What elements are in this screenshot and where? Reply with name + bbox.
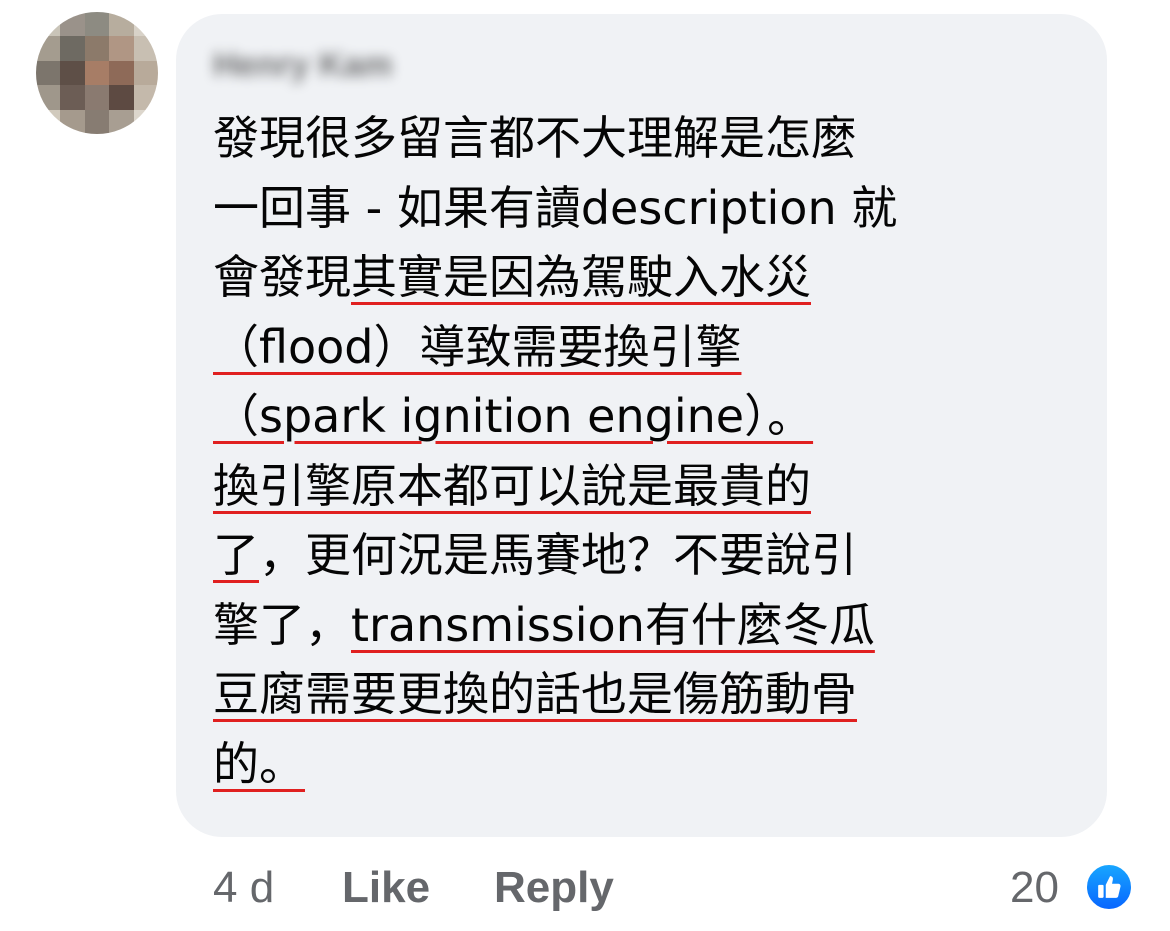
comment-text-segment: 發現很多留言都不大理解是怎麼 xyxy=(213,111,857,165)
thumbs-up-icon[interactable] xyxy=(1084,862,1134,912)
comment-line: 的。 xyxy=(213,730,1093,800)
underlined-text: 的。 xyxy=(213,736,305,791)
comment-author[interactable]: Henry Kam xyxy=(213,42,475,88)
underlined-text: 其實是因為駕駛入水災 xyxy=(351,250,811,304)
comment-line: 會發現其實是因為駕駛入水災 xyxy=(213,243,1093,313)
comment-line: 了，更何況是馬賽地？不要說引 xyxy=(213,521,1093,591)
underlined-text: 豆腐需要更換的話也是傷筋動骨 xyxy=(213,667,857,721)
underlined-text: 換引擎原本都可以說是最貴的 xyxy=(213,458,811,513)
author-name[interactable]: Henry Kam xyxy=(213,46,393,85)
comment-line: （spark ignition engine）。 xyxy=(213,382,1093,452)
avatar[interactable] xyxy=(36,12,158,134)
like-button[interactable]: Like xyxy=(342,858,430,918)
underlined-text: （spark ignition engine）。 xyxy=(213,389,814,443)
comment-text-segment: ，更何況是馬賽地？不要說引 xyxy=(259,528,857,582)
reply-button[interactable]: Reply xyxy=(494,858,614,918)
underlined-text: 了 xyxy=(213,528,259,582)
comment-line: （flood）導致需要換引擎 xyxy=(213,313,1093,383)
comment-text-segment: 一回事 - 如果有讀description 就 xyxy=(213,180,898,235)
comment-line: 豆腐需要更換的話也是傷筋動骨 xyxy=(213,660,1093,730)
thumbs-up-glyph xyxy=(1098,876,1121,898)
comment-line: 發現很多留言都不大理解是怎麼 xyxy=(213,104,1093,174)
comment-line: 一回事 - 如果有讀description 就 xyxy=(213,174,1093,244)
comment-line: 換引擎原本都可以說是最貴的 xyxy=(213,452,1093,522)
underlined-text: （flood）導致需要換引擎 xyxy=(213,319,742,374)
comment-text-segment: 擎了， xyxy=(213,597,351,652)
comment-text-segment: 會發現 xyxy=(213,250,351,304)
comment-timestamp[interactable]: 4 d xyxy=(213,858,274,918)
comment-line: 擎了，transmission有什麼冬瓜 xyxy=(213,591,1093,661)
comment-text: 發現很多留言都不大理解是怎麼 一回事 - 如果有讀description 就會發現… xyxy=(213,104,1093,799)
underlined-text: transmission有什麼冬瓜 xyxy=(351,597,875,652)
reaction-count[interactable]: 20 xyxy=(1010,858,1059,918)
